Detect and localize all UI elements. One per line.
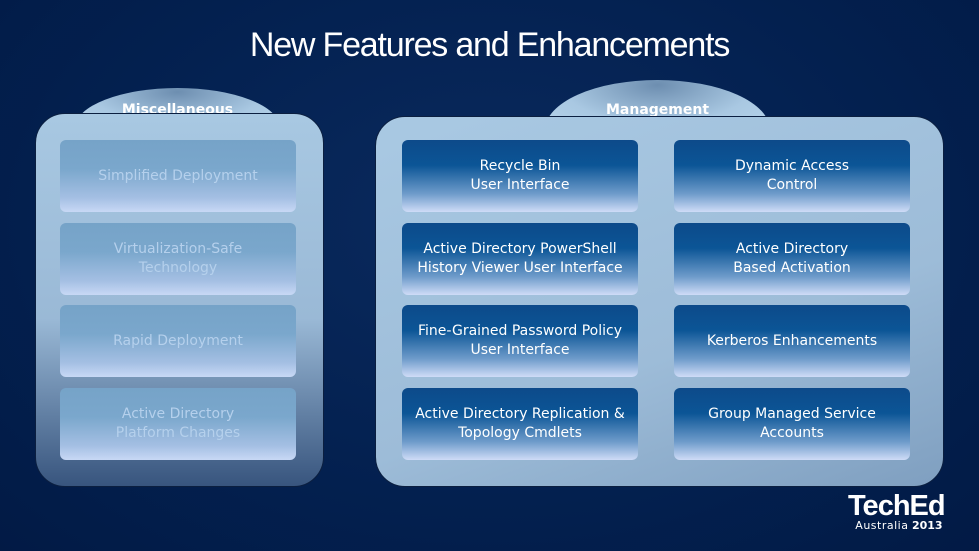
feature-box: Virtualization-Safe Technology <box>60 223 296 295</box>
group-label: Management <box>605 102 710 118</box>
feature-label: Group Managed Service Accounts <box>708 406 876 441</box>
feature-box: Active Directory Replication & Topology … <box>402 388 638 460</box>
feature-box: Fine-Grained Password Policy User Interf… <box>402 305 638 377</box>
logo-year: 2013 <box>911 519 943 532</box>
feature-label: Dynamic Access Control <box>734 158 850 193</box>
logo-subtitle: Australia 2013 <box>848 519 945 532</box>
feature-box: Recycle Bin User Interface <box>402 140 638 212</box>
feature-label: Active Directory Based Activation <box>733 241 851 276</box>
feature-box: Active Directory Platform Changes <box>60 388 296 460</box>
feature-label: Virtualization-Safe Technology <box>113 241 243 276</box>
teched-logo: TechEd Australia 2013 <box>848 490 946 532</box>
feature-box: Dynamic Access Control <box>674 140 910 212</box>
feature-box: Kerberos Enhancements <box>674 305 910 377</box>
slide-title: New Features and Enhancements <box>249 26 730 64</box>
feature-label: Recycle Bin User Interface <box>470 158 570 193</box>
feature-label: Fine-Grained Password Policy User Interf… <box>418 323 622 358</box>
logo-region: Australia <box>855 519 909 532</box>
feature-box: Active Directory Based Activation <box>674 223 910 295</box>
feature-box: Simplified Deployment <box>60 140 296 212</box>
feature-label: Active Directory Platform Changes <box>115 406 241 441</box>
feature-label: Simplified Deployment <box>98 167 258 184</box>
feature-label: Rapid Deployment <box>113 332 243 349</box>
feature-label: Active Directory Replication & Topology … <box>415 406 625 441</box>
feature-label: Active Directory PowerShell History View… <box>417 241 623 276</box>
feature-label: Kerberos Enhancements <box>706 332 878 349</box>
feature-box: Rapid Deployment <box>60 305 296 377</box>
feature-box: Active Directory PowerShell History View… <box>402 223 638 295</box>
feature-box: Group Managed Service Accounts <box>674 388 910 460</box>
